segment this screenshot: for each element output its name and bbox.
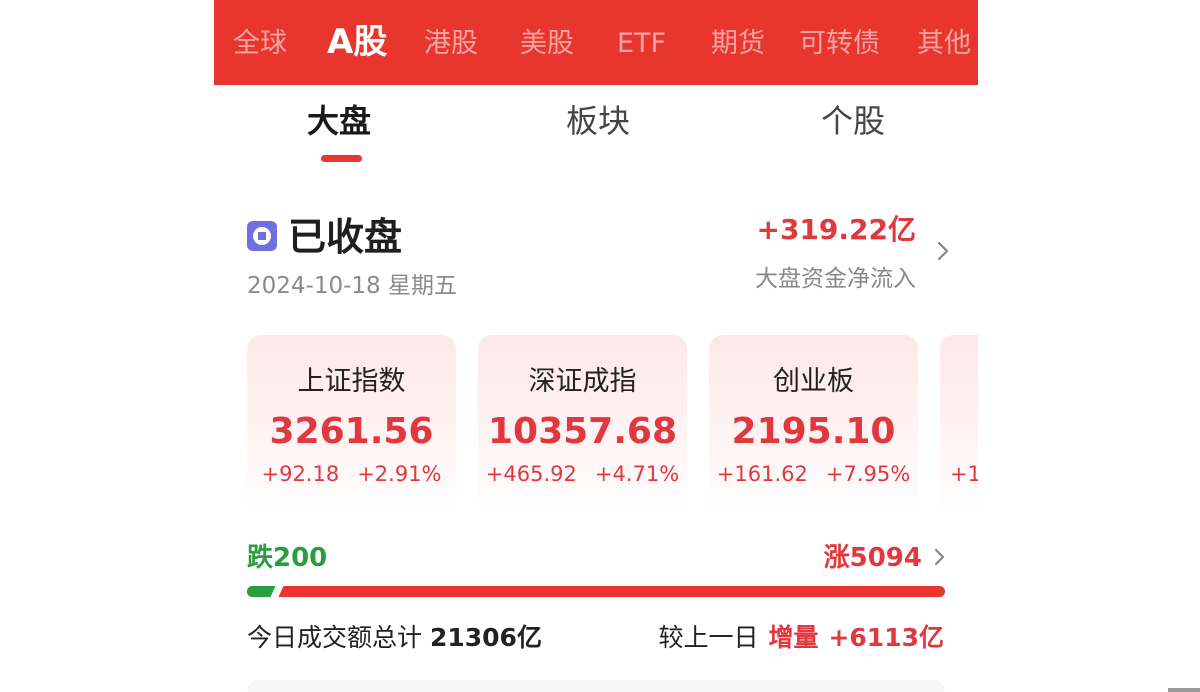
index-name: 创业板	[773, 366, 854, 397]
index-card-shanghai[interactable]: 上证指数 3261.56 +92.18 +2.91%	[247, 335, 456, 515]
index-change: +465.92	[485, 462, 577, 486]
index-price: 2195.10	[731, 411, 896, 452]
market-tab-bar: 全球 A股 港股 美股 ETF 期货 可转债 其他	[214, 0, 978, 85]
turnover-value: 21306亿	[429, 623, 542, 652]
tab-etf[interactable]: ETF	[617, 22, 666, 66]
index-change-pct: +7.95%	[825, 462, 911, 486]
turnover-label: 今日成交额总计	[247, 623, 423, 652]
index-change-row: +161.62 +7.95%	[709, 459, 918, 489]
scroll-indicator	[1168, 688, 1200, 692]
index-change: +161.62	[716, 462, 808, 486]
index-change: +1	[950, 462, 978, 486]
index-card-chinext[interactable]: 创业板 2195.10 +161.62 +7.95%	[709, 335, 918, 515]
tab-global[interactable]: 全球	[233, 22, 287, 66]
index-change-pct: +2.91%	[357, 462, 442, 486]
chevron-right-icon[interactable]	[930, 547, 950, 567]
compare-label: 较上一日	[658, 623, 759, 652]
next-section-card	[247, 680, 945, 692]
compare-type: 增量	[768, 623, 819, 652]
fund-flow-label[interactable]: 大盘资金净流入	[755, 263, 916, 295]
tab-a-shares[interactable]: A股	[327, 20, 387, 64]
subtab-sectors[interactable]: 板块	[566, 96, 630, 146]
fund-flow-value[interactable]: +319.22亿	[756, 210, 916, 250]
tab-hk-stocks[interactable]: 港股	[424, 22, 478, 66]
active-tab-indicator	[321, 155, 362, 162]
tab-convertible-bonds[interactable]: 可转债	[799, 22, 880, 66]
market-status-title: 已收盘	[288, 215, 403, 259]
index-name: 深证成指	[528, 366, 637, 397]
index-change: +92.18	[261, 462, 340, 486]
phone-screen: 全球 A股 港股 美股 ETF 期货 可转债 其他 大盘 板块 个股 已收盘 2…	[214, 0, 978, 692]
index-card-partial[interactable]: +1	[940, 335, 978, 515]
stop-circle-icon	[247, 221, 277, 251]
market-date: 2024-10-18 星期五	[247, 273, 457, 299]
index-change-pct: +4.71%	[594, 462, 680, 486]
index-card-shenzhen[interactable]: 深证成指 10357.68 +465.92 +4.71%	[478, 335, 687, 515]
tab-other[interactable]: 其他	[917, 22, 971, 66]
subtab-stocks[interactable]: 个股	[821, 96, 885, 146]
turnover-compare: 较上一日 增量 +6113亿	[658, 620, 944, 656]
index-price: 10357.68	[487, 411, 678, 452]
compare-value: +6113亿	[828, 623, 944, 652]
index-change-row: +92.18 +2.91%	[247, 459, 456, 489]
tab-us-stocks[interactable]: 美股	[520, 22, 574, 66]
index-price: 3261.56	[269, 411, 434, 452]
advancers-count[interactable]: 涨5094	[824, 540, 922, 576]
decliners-count: 跌200	[247, 543, 328, 573]
index-name: 上证指数	[297, 366, 406, 397]
subtab-market-overview[interactable]: 大盘	[307, 96, 371, 146]
breadth-bar	[247, 586, 945, 597]
index-change-row: +1	[950, 459, 978, 489]
chevron-right-icon[interactable]	[932, 240, 954, 262]
turnover-summary: 今日成交额总计 21306亿	[247, 620, 542, 656]
index-change-row: +465.92 +4.71%	[478, 459, 687, 489]
tab-futures[interactable]: 期货	[711, 22, 765, 66]
